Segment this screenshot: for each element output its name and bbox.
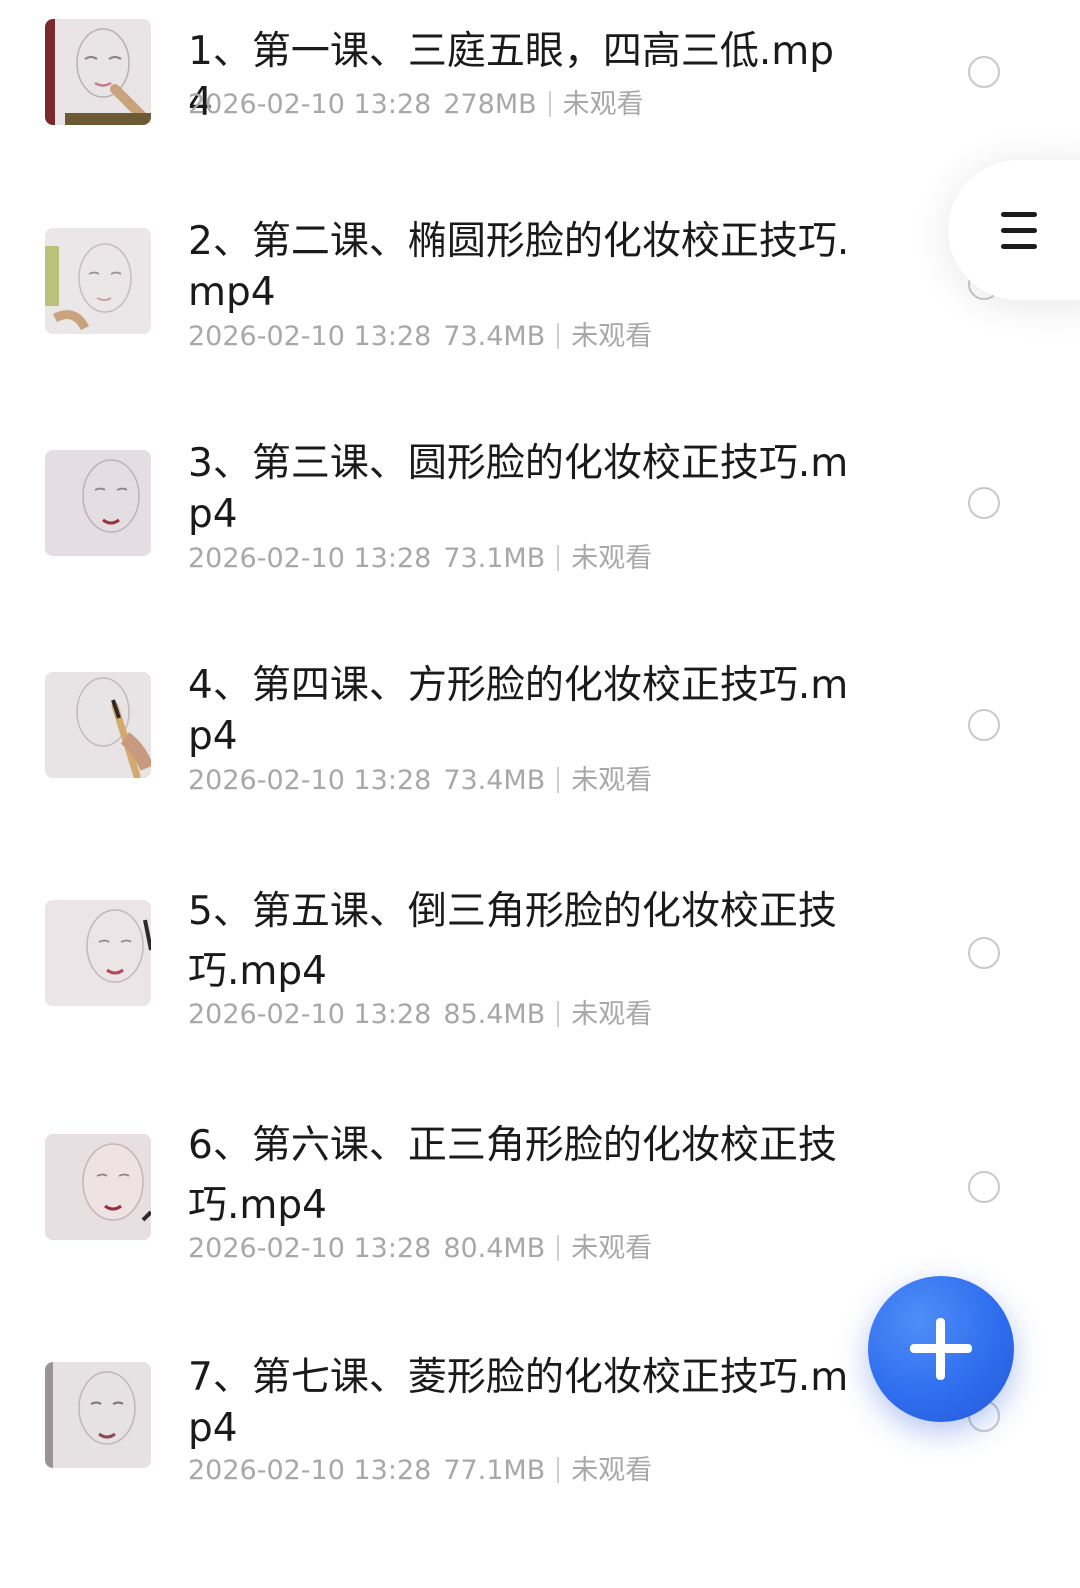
meta-divider [557, 1235, 560, 1261]
video-thumbnail [45, 672, 151, 778]
file-size: 85.4MB [443, 999, 546, 1030]
list-item[interactable]: 2、第二课、椭圆形脸的化妆校正技巧.mp4 2026-02-10 13:28 73… [0, 190, 1080, 400]
file-title: 2、第二课、椭圆形脸的化妆校正技巧.mp4 [188, 219, 850, 315]
list-item[interactable]: 3、第三课、圆形脸的化妆校正技巧.mp4 2026-02-10 13:28 73.… [0, 412, 1080, 622]
meta-divider [557, 545, 560, 571]
file-size: 80.4MB [443, 1233, 546, 1264]
meta-divider [548, 91, 551, 117]
file-meta: 2026-02-10 13:28 73.4MB 未观看 [188, 764, 652, 798]
file-list-screen: 1、第一课、三庭五眼，四高三低.mp4 2026-02-10 13:28 278M… [0, 0, 1080, 1588]
list-item[interactable]: 1、第一课、三庭五眼，四高三低.mp4 2026-02-10 13:28 278M… [0, 0, 1080, 180]
file-datetime: 2026-02-10 13:28 [188, 1455, 432, 1486]
file-datetime: 2026-02-10 13:28 [188, 321, 432, 352]
file-datetime: 2026-02-10 13:28 [188, 1233, 432, 1264]
file-size: 278MB [443, 89, 537, 120]
add-button[interactable] [868, 1276, 1014, 1422]
file-datetime: 2026-02-10 13:28 [188, 765, 432, 796]
file-meta: 2026-02-10 13:28 73.1MB 未观看 [188, 542, 652, 576]
meta-divider [557, 1001, 560, 1027]
file-datetime: 2026-02-10 13:28 [188, 543, 432, 574]
hamburger-icon[interactable] [1001, 212, 1037, 250]
file-size: 73.4MB [443, 765, 546, 796]
watch-status: 未观看 [571, 1233, 653, 1264]
select-radio[interactable] [968, 1171, 1000, 1203]
video-thumbnail [45, 19, 151, 125]
video-thumbnail [45, 1134, 151, 1240]
watch-status: 未观看 [562, 89, 644, 120]
file-title: 4、第四课、方形脸的化妆校正技巧.mp4 [188, 663, 849, 759]
watch-status: 未观看 [571, 1455, 653, 1486]
file-meta: 2026-02-10 13:28 85.4MB 未观看 [188, 998, 652, 1032]
video-thumbnail [45, 1362, 151, 1468]
list-item[interactable]: 4、第四课、方形脸的化妆校正技巧.mp4 2026-02-10 13:28 73.… [0, 634, 1080, 844]
meta-divider [557, 1457, 560, 1483]
video-thumbnail [45, 450, 151, 556]
file-size: 73.4MB [443, 321, 546, 352]
file-title: 5、第五课、倒三角形脸的化妆校正技巧.mp4 [188, 889, 837, 994]
file-meta: 2026-02-10 13:28 278MB 未观看 [188, 88, 644, 122]
file-size: 77.1MB [443, 1455, 546, 1486]
list-item[interactable]: 6、第六课、正三角形脸的化妆校正技巧.mp4 2026-02-10 13:28 8… [0, 1090, 1080, 1310]
file-datetime: 2026-02-10 13:28 [188, 999, 432, 1030]
select-radio[interactable] [968, 709, 1000, 741]
plus-icon-stroke [936, 1318, 945, 1380]
file-meta: 2026-02-10 13:28 73.4MB 未观看 [188, 320, 652, 354]
watch-status: 未观看 [571, 999, 653, 1030]
file-meta: 2026-02-10 13:28 77.1MB 未观看 [188, 1454, 652, 1488]
file-title: 6、第六课、正三角形脸的化妆校正技巧.mp4 [188, 1123, 837, 1228]
watch-status: 未观看 [571, 543, 653, 574]
select-radio[interactable] [968, 56, 1000, 88]
meta-divider [557, 323, 560, 349]
file-datetime: 2026-02-10 13:28 [188, 89, 432, 120]
file-meta: 2026-02-10 13:28 80.4MB 未观看 [188, 1232, 652, 1266]
watch-status: 未观看 [571, 765, 653, 796]
watch-status: 未观看 [571, 321, 653, 352]
video-thumbnail [45, 228, 151, 334]
list-item[interactable]: 5、第五课、倒三角形脸的化妆校正技巧.mp4 2026-02-10 13:28 8… [0, 856, 1080, 1076]
file-title: 7、第七课、菱形脸的化妆校正技巧.mp4 [188, 1355, 849, 1451]
file-size: 73.1MB [443, 543, 546, 574]
file-title: 3、第三课、圆形脸的化妆校正技巧.mp4 [188, 441, 849, 537]
meta-divider [557, 767, 560, 793]
video-thumbnail [45, 900, 151, 1006]
select-radio[interactable] [968, 487, 1000, 519]
select-radio[interactable] [968, 937, 1000, 969]
